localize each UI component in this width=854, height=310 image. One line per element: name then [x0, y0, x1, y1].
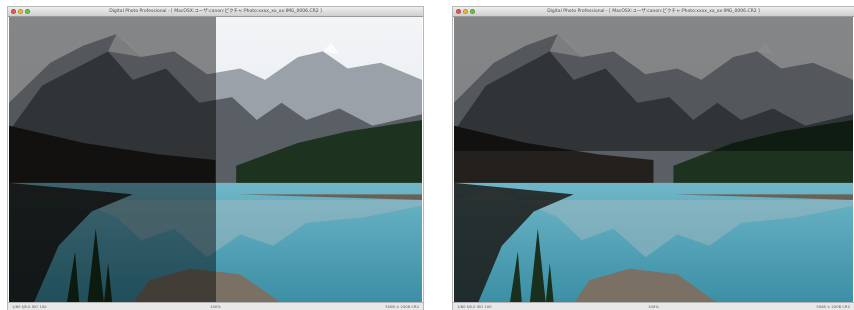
- zoom-button[interactable]: [470, 9, 475, 14]
- image-viewer[interactable]: [454, 17, 853, 303]
- close-button[interactable]: [456, 9, 461, 14]
- before-after-shade-top: [454, 17, 853, 152]
- minimize-button[interactable]: [18, 9, 23, 14]
- status-bar: 1/60 f/8.0 ISO 100 100% 3008 × 2008 CR2: [453, 302, 854, 310]
- before-after-shade-left: [9, 17, 216, 303]
- zoom-button[interactable]: [25, 9, 30, 14]
- close-button[interactable]: [11, 9, 16, 14]
- status-bar: 1/60 f/8.0 ISO 100 100% 3008 × 2008 CR2: [8, 302, 423, 310]
- window-titlebar[interactable]: Digital Photo Professional - [ MacOSX:ユー…: [453, 7, 854, 17]
- minimize-button[interactable]: [463, 9, 468, 14]
- status-zoom: 100%: [210, 304, 221, 309]
- dpp-window-right: Digital Photo Professional - [ MacOSX:ユー…: [453, 7, 854, 310]
- window-title: Digital Photo Professional - [ MacOSX:ユー…: [109, 9, 322, 14]
- window-titlebar[interactable]: Digital Photo Professional - [ MacOSX:ユー…: [8, 7, 423, 17]
- window-title: Digital Photo Professional - [ MacOSX:ユー…: [547, 9, 760, 14]
- image-viewer[interactable]: [9, 17, 422, 303]
- status-size: 3008 × 2008 CR2: [816, 304, 850, 309]
- dpp-window-left: Digital Photo Professional - [ MacOSX:ユー…: [8, 7, 423, 310]
- status-zoom: 100%: [648, 304, 659, 309]
- status-size: 3008 × 2008 CR2: [385, 304, 419, 309]
